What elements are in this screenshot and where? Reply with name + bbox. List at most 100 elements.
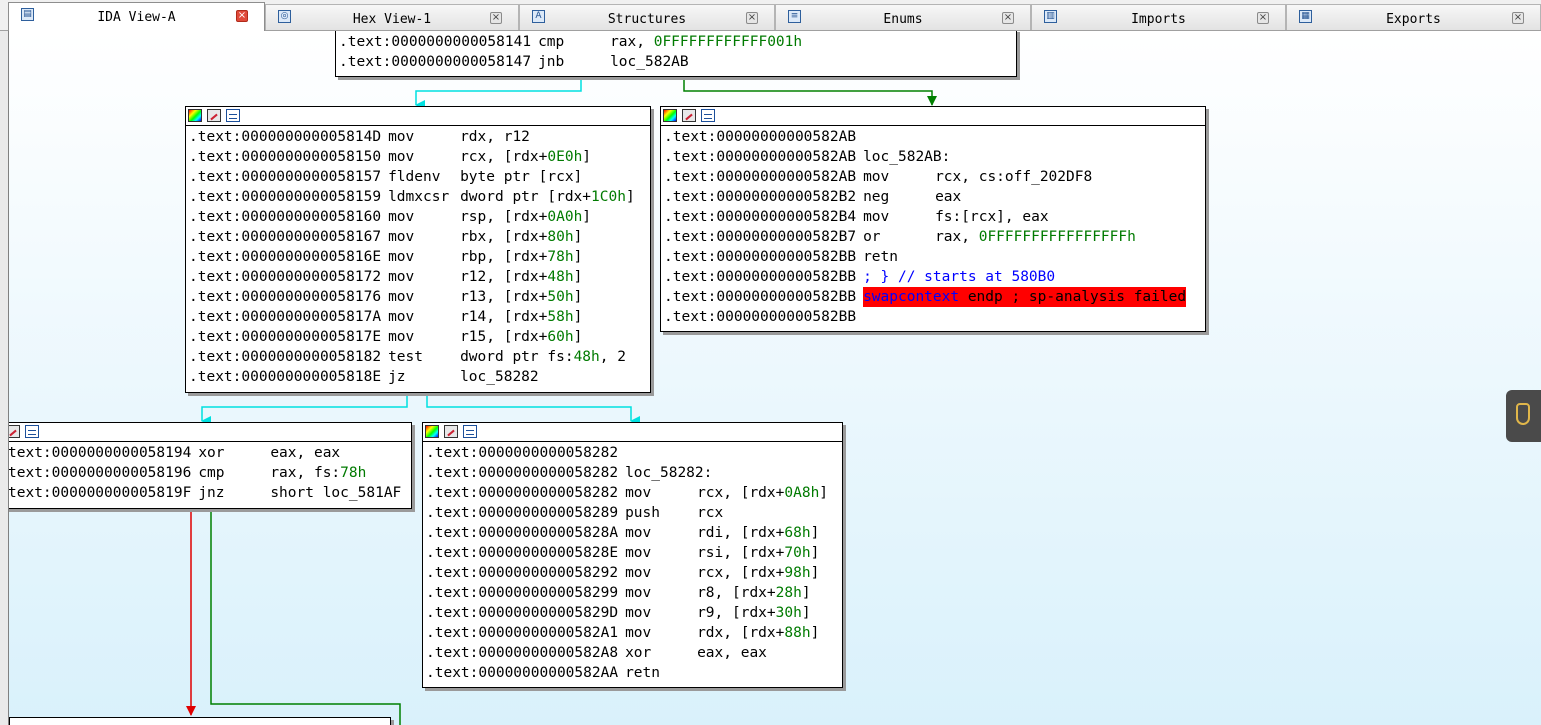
collapse-block-icon[interactable] (463, 425, 477, 438)
mnemonic: mov (625, 525, 652, 541)
code-block-top[interactable]: .text:0000000000058141 cmp rax, 0FFFFFFFFF… (335, 31, 1017, 77)
instruction-line[interactable]: .text:00000000000582B2 neg eax (664, 187, 1205, 207)
instruction-line[interactable]: .text:0000000000058182 test dword ptr fs:4… (189, 347, 650, 367)
instruction-line[interactable]: .text:00000000000582AB mov rcx, cs:off_202… (664, 167, 1205, 187)
instruction-line[interactable]: .text:000000000005828A mov rdi, [rdx+68h] (426, 523, 842, 543)
instruction-line[interactable]: .text:0000000000058167 mov rbx, [rdx+80h] (189, 227, 650, 247)
close-icon[interactable]: × (1257, 12, 1269, 24)
label-line[interactable]: .text:00000000000582AB loc_582AB: (664, 147, 1205, 167)
close-icon[interactable]: × (236, 10, 248, 22)
operand: rcx, [rdx+ (697, 565, 785, 581)
instruction-line[interactable]: text:000000000005819F jnz short loc_581AF (9, 483, 411, 503)
operand-suffix: , 2 (599, 349, 626, 365)
address: .text:0000000000058147 (339, 54, 532, 70)
instruction-line[interactable]: .text:0000000000058299 mov r8, [rdx+28h] (426, 583, 842, 603)
immediate: 68h (784, 525, 811, 541)
address: .text:0000000000058172 (189, 269, 382, 285)
collapse-block-icon[interactable] (701, 109, 715, 122)
instruction-line[interactable]: text:0000000000058196 cmp rax, fs:78h (9, 463, 411, 483)
tab-ida-view-a[interactable]: ▤ IDA View-A × (8, 2, 265, 31)
instruction-line[interactable]: .text:00000000000582A1 mov rdx, [rdx+88h] (426, 623, 842, 643)
tab-exports[interactable]: ▦ Exports × (1286, 4, 1541, 30)
edge-true-bottomleft (210, 508, 401, 725)
instruction-line[interactable]: .text:000000000005817E mov r15, [rdx+60h] (189, 327, 650, 347)
edit-block-icon[interactable] (682, 109, 696, 122)
address: .text:0000000000058150 (189, 149, 382, 165)
instruction-line[interactable]: .text:0000000000058150 mov rcx, [rdx+0E0h] (189, 147, 650, 167)
operand: r15, [rdx+ (460, 329, 548, 345)
mnemonic: mov (863, 169, 890, 185)
tab-label: Exports (1386, 12, 1441, 27)
code-block-left[interactable]: .text:000000000005814D mov rdx, r12 .text:0… (185, 106, 651, 393)
tab-enums[interactable]: ≡ Enums × (775, 4, 1031, 30)
instruction-line[interactable]: .text:0000000000058157 fldenv byte ptr [rc… (189, 167, 650, 187)
imports-icon: ▥ (1044, 10, 1057, 23)
instruction-line[interactable]: .text:00000000000582BB retn (664, 247, 1205, 267)
comment-line[interactable]: .text:00000000000582BB ; } // starts at 5… (664, 267, 1205, 287)
instruction-line[interactable]: .text:0000000000058289 push rcx (426, 503, 842, 523)
function-name[interactable]: swapcontext (863, 289, 959, 305)
instruction-line[interactable]: .text:0000000000058147 jnb loc_582AB (339, 52, 1016, 72)
mnemonic: mov (625, 485, 652, 501)
instruction-line[interactable]: .text:00000000000582AB (664, 127, 1205, 147)
instruction-line[interactable]: .text:0000000000058141 cmp rax, 0FFFFFFFFF… (339, 32, 1016, 52)
graph-view-canvas[interactable]: .text:0000000000058141 cmp rax, 0FFFFFFFFF… (8, 31, 1541, 725)
code-block-right[interactable]: .text:00000000000582AB .text:00000000000… (660, 106, 1206, 332)
mnemonic: retn (625, 665, 660, 681)
edit-block-icon[interactable] (9, 425, 20, 438)
instruction-line[interactable]: text:0000000000058194 xor eax, eax (9, 443, 411, 463)
instruction-line[interactable]: .text:000000000005816E mov rbp, [rdx+78h] (189, 247, 650, 267)
instruction-line[interactable]: .text:0000000000058160 mov rsp, [rdx+0A0h] (189, 207, 650, 227)
instruction-line[interactable]: .text:000000000005817A mov r14, [rdx+58h] (189, 307, 650, 327)
instruction-line[interactable]: .text:00000000000582AA retn (426, 663, 842, 683)
instruction-line[interactable]: .text:0000000000058282 mov rcx, [rdx+0A8h] (426, 483, 842, 503)
instruction-line[interactable]: .text:00000000000582BB (664, 307, 1205, 327)
label-line[interactable]: .text:0000000000058282 loc_58282: (426, 463, 842, 483)
color-palette-icon[interactable] (663, 109, 677, 122)
instruction-line[interactable]: .text:000000000005818E jz loc_58282 (189, 367, 650, 387)
instruction-line[interactable]: .text:0000000000058282 (426, 443, 842, 463)
close-icon[interactable]: × (746, 12, 758, 24)
mnemonic: cmp (538, 34, 565, 50)
code-label[interactable]: loc_58282: (618, 463, 712, 483)
sp-analysis-error-highlight: swapcontext endp ; sp-analysis failed (863, 287, 1187, 307)
edit-block-icon[interactable] (207, 109, 221, 122)
operand: rdx, r12 (460, 129, 530, 145)
instruction-line[interactable]: .text:00000000000582B7 or rax, 0FFFFFFFFFF… (664, 227, 1205, 247)
instruction-line[interactable]: .text:00000000000582A8 xor eax, eax (426, 643, 842, 663)
collapse-block-icon[interactable] (226, 109, 240, 122)
instruction-line[interactable]: .text:0000000000058172 mov r12, [rdx+48h] (189, 267, 650, 287)
operand-suffix: ] (625, 189, 635, 205)
close-icon[interactable]: × (490, 12, 502, 24)
operand: short loc_581AF (270, 485, 402, 501)
instruction-line[interactable]: .text:0000000000058176 mov r13, [rdx+50h] (189, 287, 650, 307)
block-header (423, 423, 842, 442)
mnemonic: mov (625, 585, 652, 601)
instruction-line[interactable]: .text:0000000000058159 ldmxcsr dword ptr [… (189, 187, 650, 207)
tab-structures[interactable]: A Structures × (519, 4, 775, 30)
instruction-line[interactable]: .text:00000000000582B4 mov fs:[rcx], eax (664, 207, 1205, 227)
instruction-line[interactable]: .text:000000000005829D mov r9, [rdx+30h] (426, 603, 842, 623)
immediate: 58h (547, 309, 574, 325)
color-palette-icon[interactable] (425, 425, 439, 438)
tab-imports[interactable]: ▥ Imports × (1031, 4, 1286, 30)
close-icon[interactable]: × (1512, 12, 1524, 24)
block-lines: .text:0000000000058282 .text:00000000000… (423, 442, 842, 683)
instruction-line[interactable]: .text:000000000005814D mov rdx, r12 (189, 127, 650, 147)
tab-label: Enums (883, 12, 923, 27)
instruction-line[interactable]: .text:000000000005828E mov rsi, [rdx+70h] (426, 543, 842, 563)
instruction-line[interactable]: .text:0000000000058292 mov rcx, [rdx+98h] (426, 563, 842, 583)
address: .text:0000000000058292 (426, 565, 619, 581)
code-block-bottom-right[interactable]: .text:0000000000058282 .text:00000000000… (422, 422, 843, 688)
error-line[interactable]: .text:00000000000582BB swapcontext endp ;… (664, 287, 1205, 307)
collapse-block-icon[interactable] (25, 425, 39, 438)
floating-side-widget[interactable] (1506, 390, 1541, 442)
code-block-next-offscreen[interactable] (9, 717, 391, 725)
color-palette-icon[interactable] (188, 109, 202, 122)
tab-hex-view-1[interactable]: ◎ Hex View-1 × (265, 4, 519, 30)
operand: fs:[rcx], eax (935, 209, 1049, 225)
close-icon[interactable]: × (1002, 12, 1014, 24)
edit-block-icon[interactable] (444, 425, 458, 438)
code-label[interactable]: loc_582AB: (856, 147, 950, 167)
code-block-bottom-left[interactable]: text:0000000000058194 xor eax, eax text:000… (9, 422, 412, 509)
